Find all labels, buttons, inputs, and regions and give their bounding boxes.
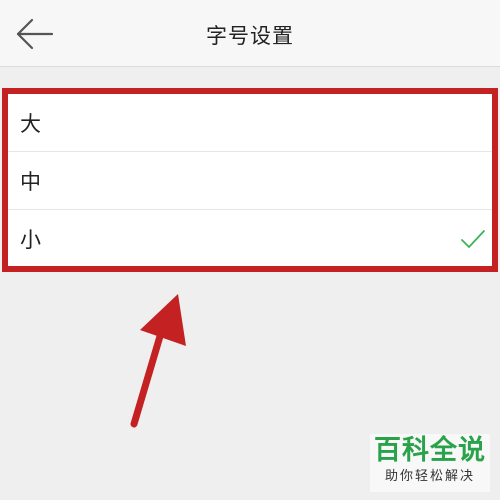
- option-label: 小: [20, 228, 41, 252]
- option-label: 大: [20, 112, 41, 136]
- option-label: 中: [20, 170, 41, 194]
- watermark-subtitle: 助你轻松解决: [384, 469, 475, 484]
- page-title: 字号设置: [206, 24, 294, 48]
- font-size-settings-screen: 字号设置 大 中 小 百科全说 助你轻松解决: [0, 0, 500, 500]
- checkmark-icon: [461, 230, 485, 248]
- option-large[interactable]: 大: [8, 94, 492, 152]
- font-size-option-list: 大 中 小: [8, 94, 492, 266]
- option-medium[interactable]: 中: [8, 152, 492, 210]
- watermark-logo: 百科全说 助你轻松解决: [370, 434, 490, 492]
- navigation-bar: 字号设置: [0, 0, 500, 67]
- option-small[interactable]: 小: [8, 210, 492, 267]
- watermark-title: 百科全说: [374, 435, 486, 466]
